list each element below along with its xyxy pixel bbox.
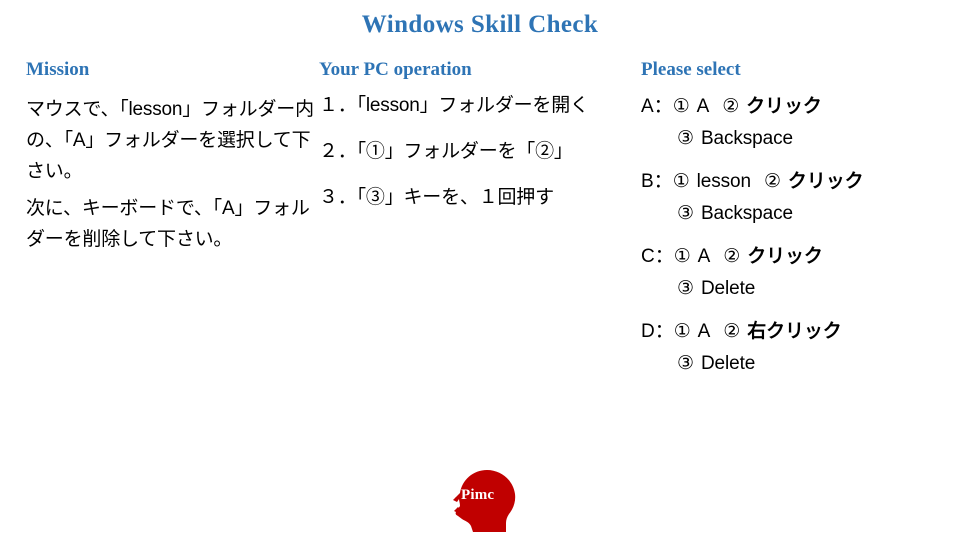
option-value-2: クリック [746, 96, 822, 117]
option-marker-2: ② [763, 171, 781, 192]
page-title: Windows Skill Check [361, 11, 599, 38]
answer-option-line: ③ Delete [641, 276, 946, 301]
answer-option-line: ③ Backspace [641, 126, 946, 151]
option-marker-1: ① [673, 321, 691, 342]
option-marker-2: ② [723, 321, 741, 342]
option-marker-2: ② [722, 96, 740, 117]
option-value-3: Delete [700, 278, 756, 299]
select-column: Please select A：① A ② クリック ③ Backspace B：① le… [641, 58, 946, 394]
option-marker-1: ① [672, 171, 690, 192]
option-value-3: Backspace [700, 128, 793, 149]
answer-option-b[interactable]: B：① lesson ② クリック ③ Backspace [641, 169, 946, 226]
operation-step: １．「lesson」フォルダーを開く [319, 95, 589, 116]
select-heading: Please select [641, 59, 741, 80]
option-value-2: クリック [787, 171, 864, 192]
option-key: C： [641, 246, 674, 267]
answer-option-c[interactable]: C：① A ② クリック ③ Delete [641, 244, 946, 301]
option-value-1: A [696, 96, 710, 117]
option-value-3: Backspace [700, 203, 793, 224]
answer-option-line: ③ Delete [641, 351, 946, 376]
answer-option-line: A：① A ② クリック [641, 94, 946, 119]
mission-paragraph: マウスで、「lesson」フォルダー内の、「A」フォルダーを選択して下さい。 [26, 99, 314, 182]
answer-option-line: ③ Backspace [641, 201, 946, 226]
answer-option-a[interactable]: A：① A ② クリック ③ Backspace [641, 94, 946, 151]
operation-column: Your PC operation １．「lesson」フォルダーを開く ２．「… [319, 58, 629, 232]
option-value-1: A [697, 321, 711, 342]
option-value-1: lesson [696, 171, 751, 192]
option-marker-3: ③ [677, 278, 694, 299]
brand-logo: Pimc [449, 467, 521, 535]
option-marker-3: ③ [677, 128, 694, 149]
option-marker-2: ② [723, 246, 741, 267]
option-value-2: 右クリック [747, 321, 842, 342]
mission-paragraph: 次に、キーボードで、「A」フォルダーを削除して下さい。 [26, 198, 310, 250]
answer-option-d[interactable]: D：① A ② 右クリック ③ Delete [641, 319, 946, 376]
option-key: A： [641, 96, 673, 117]
operation-step: ２．「①」フォルダーを「②」 [319, 141, 573, 162]
answer-option-line: D：① A ② 右クリック [641, 319, 946, 344]
option-marker-1: ① [673, 246, 691, 267]
option-marker-3: ③ [677, 203, 694, 224]
logo-wordmark: Pimc [461, 487, 495, 503]
option-value-2: クリック [747, 246, 823, 267]
mission-column: Mission マウスで、「lesson」フォルダー内の、「A」フォルダーを選択… [26, 58, 316, 257]
mission-heading: Mission [26, 59, 90, 80]
option-key: B： [641, 171, 673, 192]
slide-canvas: Windows Skill Check Mission マウスで、「lesson… [0, 0, 960, 538]
answer-option-line: B：① lesson ② クリック [641, 169, 946, 194]
answer-option-line: C：① A ② クリック [641, 244, 946, 269]
option-marker-1: ① [672, 96, 690, 117]
option-key: D： [641, 321, 674, 342]
option-marker-3: ③ [677, 353, 694, 374]
operation-heading: Your PC operation [319, 59, 472, 80]
option-value-3: Delete [700, 353, 756, 374]
option-value-1: A [697, 246, 711, 267]
operation-step: ３．「③」キーを、１回押す [319, 187, 554, 208]
